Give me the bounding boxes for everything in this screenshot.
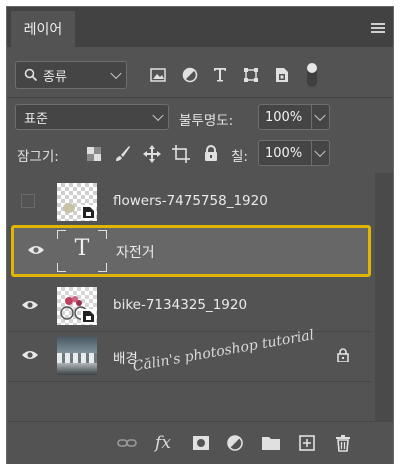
eye-icon[interactable] xyxy=(21,299,39,311)
search-icon xyxy=(24,68,38,82)
layer-style-button[interactable]: fx xyxy=(153,434,173,452)
new-layer-icon[interactable] xyxy=(297,434,317,452)
smart-object-badge-icon xyxy=(81,205,96,220)
filter-toggle-switch[interactable] xyxy=(307,63,317,87)
lock-label: 잠그기: xyxy=(17,149,59,165)
layer-thumbnail xyxy=(57,287,97,325)
flower-thumbnail-art xyxy=(63,203,75,213)
background-thumbnail xyxy=(57,337,97,375)
opacity-label: 불투명도: xyxy=(179,113,234,129)
lock-transparent-pixels-icon[interactable] xyxy=(87,147,101,161)
eye-icon[interactable] xyxy=(21,349,39,361)
fill-label: 칠: xyxy=(231,149,248,165)
layer-name[interactable]: flowers-7475758_1920 xyxy=(113,193,268,209)
layers-scrollbar[interactable] xyxy=(375,173,393,421)
layers-panel: 레이어 종류 표준 불투명도: 100% 잠그기: 칠: 100% flower… xyxy=(6,6,394,464)
text-type-glyph: T xyxy=(74,236,90,261)
lock-row: 잠그기: 칠: 100% xyxy=(7,137,393,173)
visibility-toggle-off[interactable] xyxy=(21,194,35,208)
lock-position-icon[interactable] xyxy=(143,145,161,163)
lock-all-icon[interactable] xyxy=(204,145,218,161)
layer-name[interactable]: 자전거 xyxy=(116,242,155,262)
filter-kind-select[interactable]: 종류 xyxy=(15,61,127,89)
link-layers-icon[interactable] xyxy=(117,434,137,452)
layer-row-bike[interactable]: bike-7134325_1920 xyxy=(7,281,371,332)
tab-layers[interactable]: 레이어 xyxy=(11,11,75,47)
lock-image-pixels-icon[interactable] xyxy=(115,145,131,162)
type-filter-icon[interactable] xyxy=(213,67,227,82)
lock-artboard-icon[interactable] xyxy=(172,145,190,163)
layer-name[interactable]: bike-7134325_1920 xyxy=(113,297,247,313)
layers-bottom-toolbar: fx xyxy=(7,421,393,464)
panel-menu-icon[interactable] xyxy=(371,23,385,34)
layers-list: flowers-7475758_1920 T 자전거 bike-7134325_… xyxy=(7,173,393,421)
blend-mode-label: 표준 xyxy=(24,111,48,127)
smart-object-filter-icon[interactable] xyxy=(275,67,289,83)
adjustment-filter-icon[interactable] xyxy=(182,67,198,83)
image-filter-icon[interactable] xyxy=(150,68,166,82)
filter-row: 종류 xyxy=(7,59,393,95)
new-group-folder-icon[interactable] xyxy=(261,434,281,452)
filter-kind-label: 종류 xyxy=(43,69,67,85)
background-thumbnail-snow xyxy=(57,353,97,363)
opacity-slider-button[interactable] xyxy=(312,104,330,130)
layer-row-text-selected[interactable]: T 자전거 xyxy=(11,225,371,277)
adjustment-layer-icon[interactable] xyxy=(225,434,245,452)
panel-tab-bar: 레이어 xyxy=(7,7,393,47)
shape-filter-icon[interactable] xyxy=(243,67,259,83)
blend-row: 표준 불투명도: 100% xyxy=(7,101,393,137)
chevron-down-icon xyxy=(314,145,326,158)
layer-thumbnail xyxy=(57,183,97,221)
lock-icon[interactable] xyxy=(337,348,349,362)
chevron-down-icon xyxy=(314,109,326,122)
layer-row-flowers[interactable]: flowers-7475758_1920 xyxy=(7,177,371,228)
text-layer-thumbnail: T xyxy=(57,230,107,272)
chevron-down-icon xyxy=(110,67,122,80)
fill-slider-button[interactable] xyxy=(312,140,330,166)
blend-mode-select[interactable]: 표준 xyxy=(15,104,169,130)
delete-layer-icon[interactable] xyxy=(333,434,353,452)
fill-input[interactable]: 100% xyxy=(258,140,312,166)
add-mask-icon[interactable] xyxy=(191,434,211,452)
opacity-input[interactable]: 100% xyxy=(258,104,312,130)
divider xyxy=(7,97,393,98)
chevron-down-icon xyxy=(152,109,164,122)
eye-icon[interactable] xyxy=(27,244,45,256)
smart-object-badge-icon xyxy=(81,309,96,324)
